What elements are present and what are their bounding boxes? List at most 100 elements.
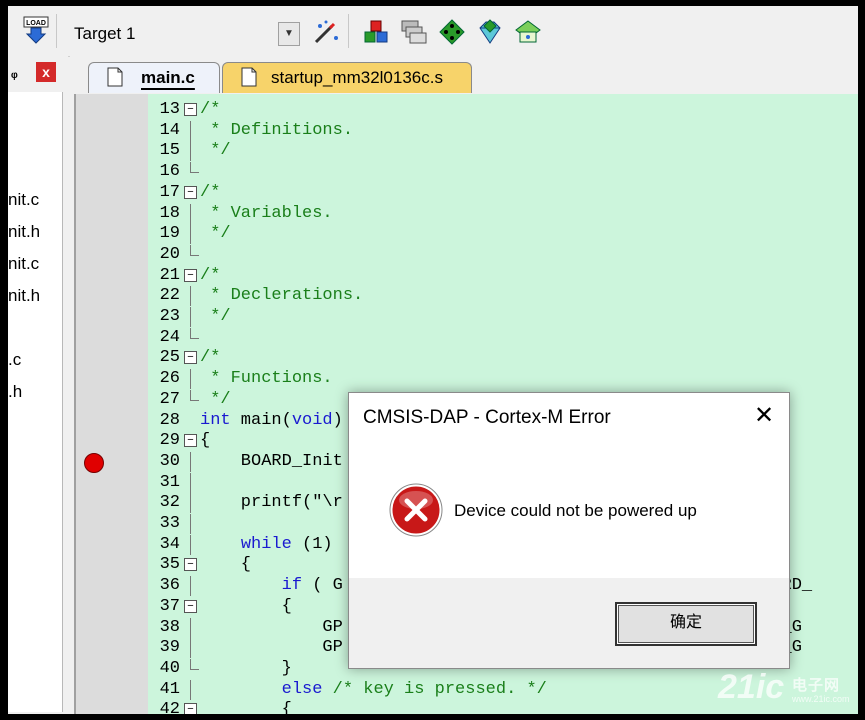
code-text: { bbox=[200, 431, 211, 451]
fold-guide bbox=[184, 369, 198, 390]
code-text: } bbox=[200, 658, 292, 678]
code-line[interactable]: 21−/* bbox=[76, 266, 858, 286]
line-number: 20 bbox=[159, 244, 180, 264]
target-select[interactable]: Target 1 ▼ bbox=[64, 20, 300, 46]
project-file-item[interactable]: nit.h bbox=[8, 222, 40, 242]
code-text: */ bbox=[200, 307, 231, 326]
fold-guide bbox=[184, 576, 198, 597]
gem-icon bbox=[479, 19, 501, 44]
target-options-button[interactable] bbox=[312, 18, 340, 46]
code-line[interactable]: 25−/* bbox=[76, 348, 858, 368]
code-text: printf("\r bbox=[200, 493, 343, 513]
components-icon bbox=[364, 20, 388, 43]
diamond-pack-icon bbox=[439, 19, 465, 45]
code-text: { bbox=[200, 596, 292, 616]
line-number: 23 bbox=[159, 307, 180, 326]
line-number: 32 bbox=[159, 493, 180, 513]
select-software-packs-button[interactable] bbox=[476, 18, 504, 46]
breakpoint-icon[interactable] bbox=[84, 452, 104, 473]
manage-components-button[interactable] bbox=[362, 18, 390, 46]
fold-toggle-icon[interactable]: − bbox=[184, 183, 198, 203]
code-line[interactable]: 18 * Variables. bbox=[76, 203, 858, 224]
code-line[interactable]: 15 */ bbox=[76, 141, 858, 162]
fold-toggle-icon[interactable]: − bbox=[184, 266, 198, 286]
code-line[interactable]: 22 * Declerations. bbox=[76, 286, 858, 307]
stacked-windows-icon bbox=[401, 20, 427, 44]
code-text: * Functions. bbox=[200, 369, 333, 389]
fold-guide bbox=[184, 203, 198, 224]
line-number: 15 bbox=[159, 141, 180, 161]
fold-toggle-icon[interactable]: − bbox=[184, 431, 198, 451]
code-line[interactable]: 26 * Functions. bbox=[76, 369, 858, 390]
fold-guide bbox=[184, 679, 198, 700]
chevron-down-icon[interactable]: ▼ bbox=[278, 22, 300, 46]
project-file-item[interactable]: nit.c bbox=[8, 190, 39, 210]
tab-main-c[interactable]: main.c bbox=[88, 62, 220, 93]
tab-label: startup_mm32l0136c.s bbox=[271, 68, 443, 87]
code-text: /* bbox=[200, 265, 221, 285]
code-text: * Declerations. bbox=[200, 286, 364, 306]
file-extensions-button[interactable] bbox=[400, 18, 428, 46]
code-line[interactable]: 20 bbox=[76, 244, 858, 265]
editor-tabs: main.c startup_mm32l0136c.s bbox=[70, 56, 858, 94]
project-file-item[interactable]: .h bbox=[8, 382, 22, 402]
code-text: { bbox=[200, 555, 252, 575]
tab-label: main.c bbox=[141, 68, 195, 87]
tab-startup-file[interactable]: startup_mm32l0136c.s bbox=[222, 62, 472, 93]
error-icon bbox=[389, 483, 443, 537]
close-panel-button[interactable]: x bbox=[36, 62, 56, 82]
line-number: 24 bbox=[159, 327, 180, 347]
load-download-button[interactable]: LOAD bbox=[22, 16, 50, 44]
fold-guide bbox=[184, 162, 199, 182]
pack-installer-button[interactable] bbox=[438, 18, 466, 46]
project-file-item[interactable]: nit.c bbox=[8, 254, 39, 274]
error-dialog: CMSIS-DAP - Cortex-M Error ✕ Device coul… bbox=[348, 392, 790, 669]
fold-guide bbox=[184, 389, 199, 410]
code-line[interactable]: 19 */ bbox=[76, 224, 858, 245]
code-line[interactable]: 23 */ bbox=[76, 307, 858, 327]
fold-toggle-icon[interactable]: − bbox=[184, 348, 198, 368]
pin-icon[interactable]: ᵩ bbox=[11, 64, 18, 80]
code-line[interactable]: 14 * Definitions. bbox=[76, 120, 858, 141]
line-number: 28 bbox=[159, 410, 180, 430]
line-number: 22 bbox=[159, 286, 180, 306]
file-icon bbox=[241, 67, 257, 87]
fold-toggle-icon[interactable]: − bbox=[184, 700, 198, 714]
code-text: */ bbox=[200, 224, 231, 244]
line-number: 36 bbox=[159, 576, 180, 596]
line-number: 18 bbox=[159, 203, 180, 223]
dialog-message: Device could not be powered up bbox=[454, 501, 697, 520]
fold-toggle-icon[interactable]: − bbox=[184, 597, 198, 617]
file-icon bbox=[107, 67, 123, 87]
load-icon: LOAD bbox=[23, 16, 49, 44]
project-file-item[interactable]: .c bbox=[8, 350, 21, 370]
ide-window: LOAD Target 1 ▼ ᵩ x nit.c nit.h nit.c ni… bbox=[8, 6, 858, 714]
dialog-title: CMSIS-DAP - Cortex-M Error bbox=[363, 407, 611, 428]
toolbar-separator bbox=[56, 14, 57, 48]
watermark-subtitle: 电子网 bbox=[792, 677, 841, 694]
project-file-item[interactable]: nit.h bbox=[8, 286, 40, 306]
fold-guide bbox=[184, 534, 198, 555]
ok-button[interactable]: 确定 bbox=[615, 602, 757, 646]
fold-guide bbox=[184, 120, 198, 141]
fold-guide bbox=[184, 658, 199, 679]
watermark-url: www.21ic.com bbox=[792, 694, 850, 704]
line-number: 38 bbox=[159, 617, 180, 637]
fold-toggle-icon[interactable]: − bbox=[184, 100, 198, 120]
code-line[interactable]: 16 bbox=[76, 162, 858, 182]
close-icon[interactable]: ✕ bbox=[751, 403, 777, 429]
line-number: 27 bbox=[159, 389, 180, 409]
magic-wand-icon bbox=[314, 20, 338, 44]
line-number: 42 bbox=[159, 700, 180, 714]
code-line[interactable]: 24 bbox=[76, 327, 858, 348]
line-number: 19 bbox=[159, 224, 180, 244]
code-text: /* bbox=[200, 182, 221, 202]
code-line[interactable]: 13−/* bbox=[76, 100, 858, 120]
watermark-text: 21ic bbox=[718, 668, 785, 706]
line-number: 33 bbox=[159, 514, 180, 533]
code-line[interactable]: 17−/* bbox=[76, 183, 858, 203]
fold-guide bbox=[184, 411, 198, 431]
fold-toggle-icon[interactable]: − bbox=[184, 555, 198, 575]
manage-run-time-button[interactable] bbox=[514, 18, 542, 46]
code-text: { bbox=[200, 700, 292, 714]
